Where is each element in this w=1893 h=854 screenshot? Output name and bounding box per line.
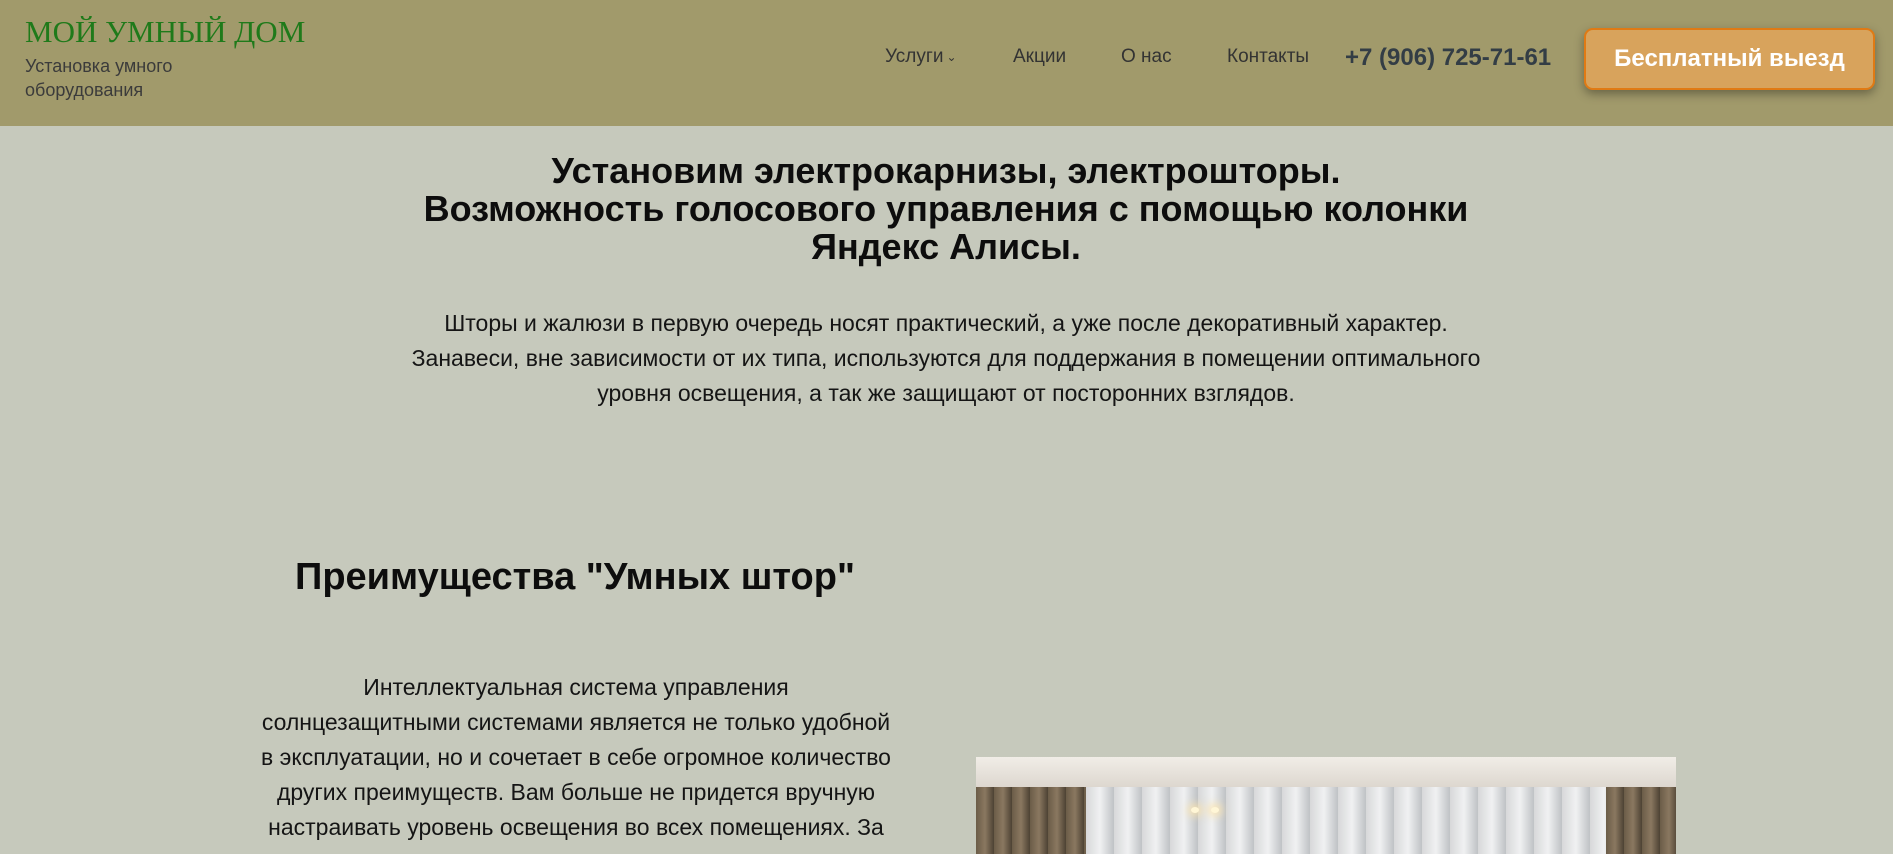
advantages-text-line: солнцезащитными системами является не то… <box>261 709 891 735</box>
nav-item-label: Контакты <box>1227 46 1310 67</box>
advantages-title: Преимущества "Умных штор" <box>295 556 855 598</box>
hero-title-line: Возможность голосового управления с помо… <box>423 188 1469 229</box>
logo-title[interactable]: МОЙ УМНЫЙ ДОМ <box>25 12 305 52</box>
advantages-text-line: других преимуществ. Вам больше не придет… <box>276 779 876 805</box>
nav-item-services[interactable]: Услуги ⌄ <box>885 46 957 68</box>
logo-subtitle: Установка умного оборудования <box>25 56 173 100</box>
free-visit-button[interactable]: Бесплатный выезд <box>1584 28 1875 90</box>
hero-text-line: Занавеси, вне зависимости от их типа, ис… <box>411 345 1481 371</box>
advantages-text-line: настраивать уровень освещения во всех по… <box>268 814 884 840</box>
nav-item-promotions[interactable]: Акции <box>1013 46 1066 68</box>
chevron-down-icon: ⌄ <box>946 50 957 64</box>
photo-curtain-left <box>976 787 1086 854</box>
smart-curtains-photo <box>976 757 1676 854</box>
nav-item-label: О нас <box>1121 46 1172 67</box>
hero-title-line: Яндекс Алисы. <box>811 226 1081 267</box>
site-header: МОЙ УМНЫЙ ДОМ Установка умного оборудова… <box>0 0 1893 126</box>
photo-ceiling-light <box>1191 807 1199 813</box>
photo-window <box>1086 787 1606 854</box>
nav-item-about[interactable]: О нас <box>1121 46 1172 68</box>
hero-description: Шторы и жалюзи в первую очередь носят пр… <box>346 306 1546 411</box>
nav-item-label: Акции <box>1013 46 1067 67</box>
advantages-text-line: Интеллектуальная система управления <box>363 674 789 700</box>
photo-ceiling-light <box>1211 807 1219 813</box>
advantages-text: Интеллектуальная система управления солн… <box>226 670 926 845</box>
hero-text-line: Шторы и жалюзи в первую очередь носят пр… <box>444 310 1448 336</box>
nav-item-contacts[interactable]: Контакты <box>1227 46 1309 68</box>
hero-title-line: Установим электрокарнизы, электрошторы. <box>551 150 1341 191</box>
logo[interactable]: МОЙ УМНЫЙ ДОМ Установка умного оборудова… <box>25 12 305 102</box>
hero-text-line: уровня освещения, а так же защищают от п… <box>597 380 1295 406</box>
phone-link[interactable]: +7 (906) 725-71-61 <box>1345 44 1551 72</box>
hero-title: Установим электрокарнизы, электрошторы. … <box>346 152 1546 266</box>
advantages-text-line: в эксплуатации, но и сочетает в себе огр… <box>261 744 891 770</box>
photo-curtain-right <box>1606 787 1676 854</box>
nav-item-label: Услуги <box>885 46 944 67</box>
photo-ceiling <box>976 757 1676 787</box>
